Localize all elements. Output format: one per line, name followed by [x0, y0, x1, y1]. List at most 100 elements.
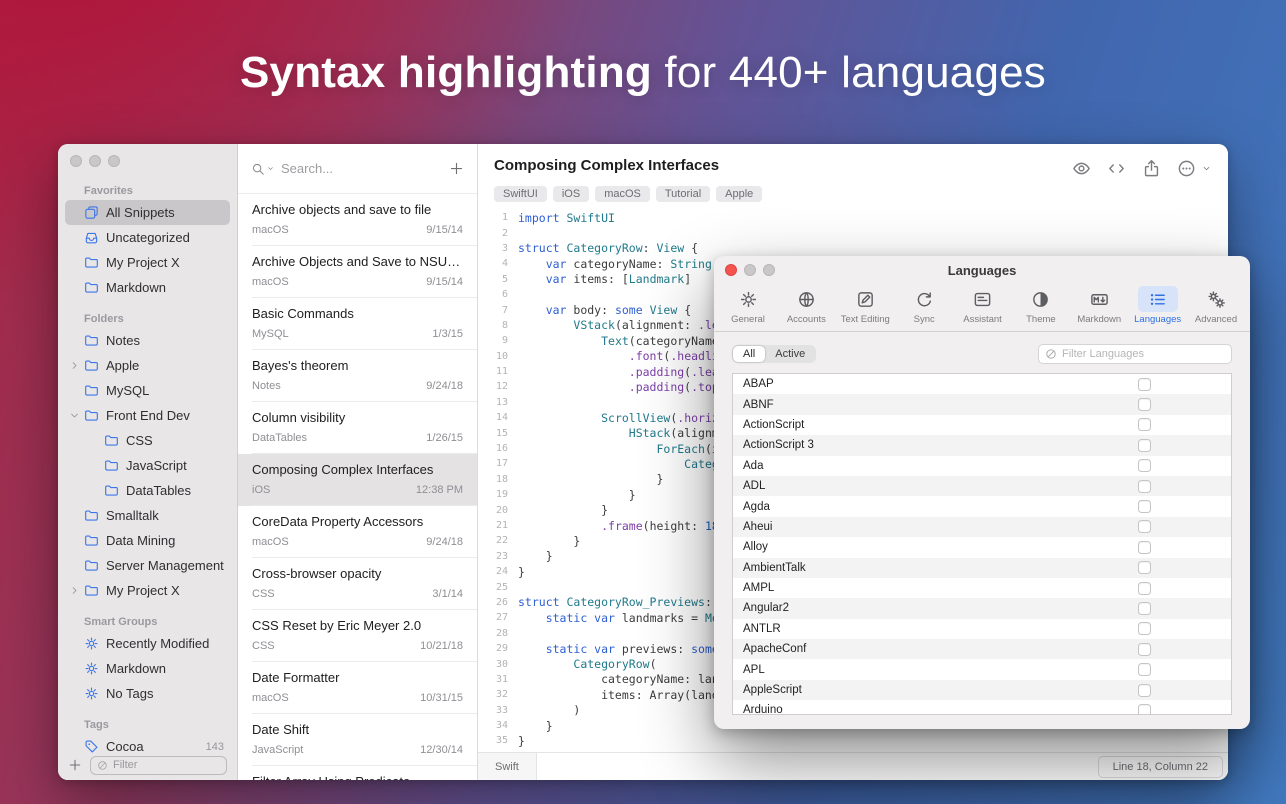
sidebar-item-datatables[interactable]: DataTables [65, 478, 230, 503]
eye-icon [1072, 159, 1091, 178]
fragment-language-tab[interactable]: Swift [478, 753, 537, 780]
language-checkbox[interactable] [1138, 520, 1151, 533]
language-checkbox[interactable] [1138, 459, 1151, 472]
add-group-button[interactable] [68, 758, 82, 772]
prefs-tab-languages[interactable]: Languages [1134, 286, 1182, 325]
language-checkbox[interactable] [1138, 643, 1151, 656]
sidebar-item-recently-modified[interactable]: Recently Modified [65, 631, 230, 656]
language-row[interactable]: Alloy [733, 537, 1231, 557]
language-row[interactable]: AMPL [733, 578, 1231, 598]
language-checkbox[interactable] [1138, 561, 1151, 574]
prefs-tab-theme[interactable]: Theme [1017, 286, 1065, 325]
language-row[interactable]: Arduino [733, 700, 1231, 715]
sidebar-item-mysql[interactable]: MySQL [65, 378, 230, 403]
snippet-list-item[interactable]: CoreData Property AccessorsmacOS9/24/18 [238, 506, 477, 558]
prefs-tab-markdown[interactable]: Markdown [1075, 286, 1123, 325]
segment-all[interactable]: All [733, 346, 765, 362]
language-checkbox[interactable] [1138, 602, 1151, 615]
filter-languages-input[interactable]: Filter Languages [1038, 344, 1232, 364]
languages-icon [1148, 290, 1167, 309]
segment-active[interactable]: Active [765, 346, 815, 362]
zoom-button[interactable] [108, 155, 120, 167]
minimize-button[interactable] [89, 155, 101, 167]
language-row[interactable]: ActionScript [733, 415, 1231, 435]
close-button[interactable] [70, 155, 82, 167]
sidebar-item-my-project-x[interactable]: My Project X [65, 578, 230, 603]
sidebar-item-label: My Project X [106, 583, 180, 598]
prefs-tab-sync[interactable]: Sync [900, 286, 948, 325]
language-checkbox[interactable] [1138, 398, 1151, 411]
language-checkbox[interactable] [1138, 439, 1151, 452]
search-bar[interactable]: Search... [238, 144, 477, 194]
prefs-tab-general[interactable]: General [724, 286, 772, 325]
prefs-tab-advanced[interactable]: Advanced [1192, 286, 1240, 325]
snippet-tag[interactable]: iOS [553, 186, 589, 202]
language-checkbox[interactable] [1138, 418, 1151, 431]
language-row[interactable]: ANTLR [733, 619, 1231, 639]
sidebar-item-uncategorized[interactable]: Uncategorized [65, 225, 230, 250]
snippet-list-item[interactable]: Date ShiftJavaScript12/30/14 [238, 714, 477, 766]
language-row[interactable]: ADL [733, 476, 1231, 496]
language-checkbox[interactable] [1138, 500, 1151, 513]
language-row[interactable]: Ada [733, 456, 1231, 476]
snippet-tag[interactable]: SwiftUI [494, 186, 547, 202]
language-checkbox[interactable] [1138, 541, 1151, 554]
snippet-tag[interactable]: Apple [716, 186, 762, 202]
snippet-tag[interactable]: macOS [595, 186, 650, 202]
snippet-list-item[interactable]: CSS Reset by Eric Meyer 2.0CSS10/21/18 [238, 610, 477, 662]
language-row[interactable]: APL [733, 659, 1231, 679]
language-checkbox[interactable] [1138, 684, 1151, 697]
language-row[interactable]: Angular2 [733, 598, 1231, 618]
sidebar-item-markdown[interactable]: Markdown [65, 656, 230, 681]
prefs-tab-assistant[interactable]: Assistant [959, 286, 1007, 325]
language-checkbox[interactable] [1138, 704, 1151, 715]
language-checkbox[interactable] [1138, 663, 1151, 676]
sidebar-filter-input[interactable]: Filter [90, 756, 227, 775]
language-row[interactable]: AmbientTalk [733, 558, 1231, 578]
snippet-list-item[interactable]: Bayes's theoremNotes9/24/18 [238, 350, 477, 402]
language-row[interactable]: AppleScript [733, 680, 1231, 700]
snippet-list-item[interactable]: Composing Complex InterfacesiOS12:38 PM [238, 454, 477, 506]
language-row[interactable]: ApacheConf [733, 639, 1231, 659]
language-row[interactable]: ABAP [733, 374, 1231, 394]
sidebar-item-javascript[interactable]: JavaScript [65, 453, 230, 478]
sidebar-item-markdown[interactable]: Markdown [65, 275, 230, 300]
line-number: 23 [478, 551, 518, 562]
prefs-tab-text-editing[interactable]: Text Editing [841, 286, 890, 325]
snippet-list-item[interactable]: Column visibilityDataTables1/26/15 [238, 402, 477, 454]
sidebar-item-no-tags[interactable]: No Tags [65, 681, 230, 706]
sidebar-item-apple[interactable]: Apple [65, 353, 230, 378]
chevron-down-small-button[interactable] [1201, 163, 1212, 174]
eye-button[interactable] [1072, 159, 1091, 178]
sidebar-item-smalltalk[interactable]: Smalltalk [65, 503, 230, 528]
search-scope-control[interactable] [251, 162, 275, 176]
sidebar-item-server-management[interactable]: Server Management [65, 553, 230, 578]
language-checkbox[interactable] [1138, 622, 1151, 635]
snippet-list-item[interactable]: Basic CommandsMySQL1/3/15 [238, 298, 477, 350]
sidebar-footer: Filter [58, 750, 237, 780]
code-slash-button[interactable] [1107, 159, 1126, 178]
language-checkbox[interactable] [1138, 582, 1151, 595]
sidebar-item-front-end-dev[interactable]: Front End Dev [65, 403, 230, 428]
snippet-list-item[interactable]: Archive Objects and Save to NSUser...mac… [238, 246, 477, 298]
language-checkbox[interactable] [1138, 378, 1151, 391]
snippet-list-item[interactable]: Date FormattermacOS10/31/15 [238, 662, 477, 714]
sidebar-item-css[interactable]: CSS [65, 428, 230, 453]
snippet-tag[interactable]: Tutorial [656, 186, 710, 202]
snippet-list-item[interactable]: Cross-browser opacityCSS3/1/14 [238, 558, 477, 610]
language-row[interactable]: ABNF [733, 394, 1231, 414]
language-row[interactable]: ActionScript 3 [733, 435, 1231, 455]
new-snippet-button[interactable] [449, 161, 464, 176]
sidebar-item-all-snippets[interactable]: All Snippets [65, 200, 230, 225]
snippet-list-item[interactable]: Archive objects and save to filemacOS9/1… [238, 194, 477, 246]
language-row[interactable]: Agda [733, 496, 1231, 516]
language-row[interactable]: Aheui [733, 517, 1231, 537]
language-checkbox[interactable] [1138, 480, 1151, 493]
more-circle-button[interactable] [1177, 159, 1196, 178]
sidebar-item-data-mining[interactable]: Data Mining [65, 528, 230, 553]
share-button[interactable] [1142, 159, 1161, 178]
prefs-tab-accounts[interactable]: Accounts [782, 286, 830, 325]
snippet-list-item[interactable]: Filter Array Using Predicate [238, 766, 477, 780]
sidebar-item-notes[interactable]: Notes [65, 328, 230, 353]
sidebar-item-my-project-x[interactable]: My Project X [65, 250, 230, 275]
